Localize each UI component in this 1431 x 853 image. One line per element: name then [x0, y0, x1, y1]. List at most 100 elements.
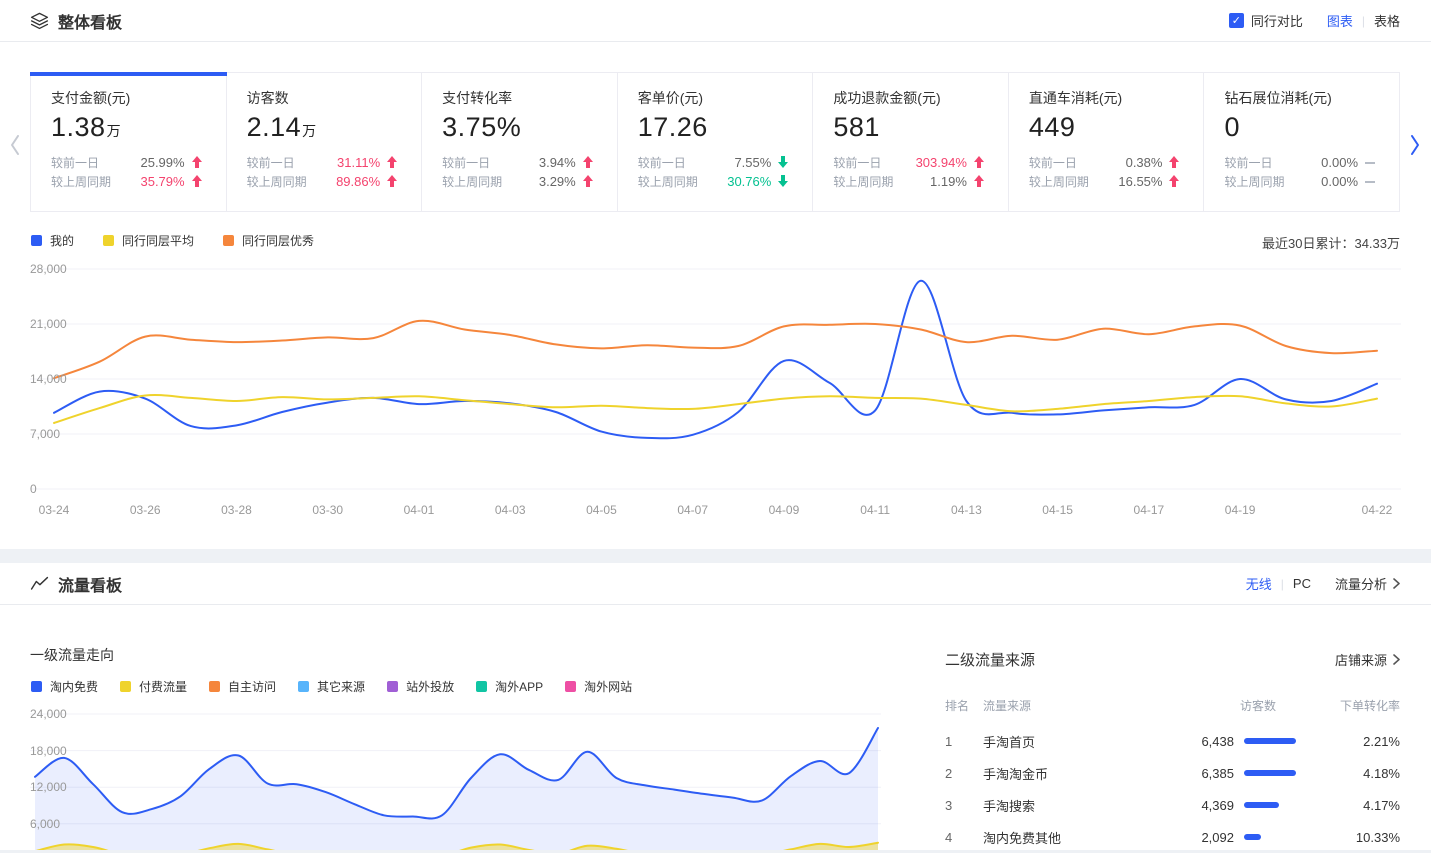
metric-value: 0: [1224, 112, 1381, 143]
metric-title: 客单价(元): [638, 88, 795, 108]
metric-title: 直通车消耗(元): [1029, 88, 1186, 108]
trend-arrow-icon: [1169, 175, 1179, 188]
metric-title: 访客数: [247, 88, 404, 108]
tab-pc[interactable]: PC: [1293, 576, 1311, 591]
metric-card-refund-amount[interactable]: 成功退款金额(元) 581 较前一日303.94% 较上周同期1.19%: [813, 73, 1009, 211]
metric-value: 17.26: [638, 112, 795, 143]
peer-compare-checkbox[interactable]: ✓: [1229, 13, 1244, 28]
trend-arrow-icon: [583, 175, 593, 188]
carousel-prev-icon[interactable]: [7, 131, 23, 159]
table-row[interactable]: 2 手淘淘金币 6,385 4.18%: [945, 757, 1400, 789]
legend-item-taowai-web[interactable]: 淘外网站: [565, 678, 632, 695]
trend-arrow-icon: [778, 175, 788, 188]
legend-item-taonei-free[interactable]: 淘内免费: [31, 678, 98, 695]
view-toggle-chart[interactable]: 图表: [1327, 11, 1353, 30]
metric-delta-row: 较上周同期35.79%: [51, 172, 202, 191]
trend-chart-legend: 淘内免费 付费流量 自主访问 其它来源 站外投放 淘外APP 淘外网站: [31, 678, 654, 695]
metric-title: 钻石展位消耗(元): [1224, 88, 1381, 108]
legend-item-direct-visit[interactable]: 自主访问: [209, 678, 276, 695]
legend-swatch: [120, 681, 131, 692]
traffic-header: 流量看板 无线 | PC 流量分析: [0, 563, 1431, 605]
main-chart-x-axis: 03-2403-2603-2803-3004-0104-0304-0504-07…: [30, 503, 1401, 521]
visitors-bar: [1244, 834, 1261, 840]
metric-delta-row: 较前一日303.94%: [833, 153, 984, 172]
overall-header: 整体看板 ✓ 同行对比 图表 | 表格: [0, 0, 1431, 42]
metric-value: 1.38万: [51, 112, 208, 143]
legend-swatch: [209, 681, 220, 692]
trend-arrow-icon: [1169, 156, 1179, 169]
metric-cards-strip: 支付金额(元) 1.38万 较前一日25.99% 较上周同期35.79% 访客数…: [30, 72, 1400, 212]
trend-arrow-icon: [192, 175, 202, 188]
legend-swatch: [31, 235, 42, 246]
legend-item-paid-traffic[interactable]: 付费流量: [120, 678, 187, 695]
metric-delta-row: 较前一日7.55%: [638, 153, 789, 172]
visitors-bar: [1244, 802, 1279, 808]
legend-item-peer-excellent[interactable]: 同行同层优秀: [223, 232, 314, 249]
sources-table-header: 排名 流量来源 访客数 下单转化率: [945, 697, 1400, 714]
legend-swatch: [387, 681, 398, 692]
trend-arrow-icon: [583, 156, 593, 169]
shop-sources-link[interactable]: 店铺来源: [1335, 650, 1400, 669]
traffic-analysis-link[interactable]: 流量分析: [1335, 574, 1400, 593]
metric-value: 581: [833, 112, 990, 143]
view-toggle-table[interactable]: 表格: [1374, 11, 1400, 30]
peer-compare-label[interactable]: 同行对比: [1251, 11, 1303, 30]
trend-arrow-icon: [1365, 175, 1375, 188]
traffic-dashboard-panel: 流量看板 无线 | PC 流量分析 一级流量走向 淘内免费 付费流量 自主访问 …: [0, 563, 1431, 850]
main-chart-legend: 我的 同行同层平均 同行同层优秀: [31, 232, 343, 249]
metric-card-conversion-rate[interactable]: 支付转化率 3.75% 较前一日3.94% 较上周同期3.29%: [422, 73, 618, 211]
trend-arrow-icon: [974, 175, 984, 188]
tab-wireless[interactable]: 无线: [1246, 574, 1272, 593]
legend-item-mine[interactable]: 我的: [31, 232, 74, 249]
metric-title: 支付金额(元): [51, 88, 208, 108]
metric-card-visitors[interactable]: 访客数 2.14万 较前一日31.11% 较上周同期89.86%: [227, 73, 423, 211]
trend-arrow-icon: [192, 156, 202, 169]
metric-card-ztc-spend[interactable]: 直通车消耗(元) 449 较前一日0.38% 较上周同期16.55%: [1009, 73, 1205, 211]
legend-item-peer-average[interactable]: 同行同层平均: [103, 232, 194, 249]
metric-card-diamond-spend[interactable]: 钻石展位消耗(元) 0 较前一日0.00% 较上周同期0.00%: [1204, 73, 1399, 211]
divider: |: [1362, 14, 1365, 28]
legend-item-taowai-app[interactable]: 淘外APP: [476, 678, 543, 695]
carousel-next-icon[interactable]: [1407, 131, 1423, 159]
overall-trend-chart: [30, 258, 1401, 508]
legend-item-offsite-ads[interactable]: 站外投放: [387, 678, 454, 695]
trend-arrow-icon: [387, 156, 397, 169]
divider: |: [1281, 577, 1284, 591]
metric-delta-row: 较上周同期3.29%: [442, 172, 593, 191]
metric-card-avg-order-value[interactable]: 客单价(元) 17.26 较前一日7.55% 较上周同期30.76%: [618, 73, 814, 211]
traffic-title: 流量看板: [58, 572, 122, 596]
legend-swatch: [31, 681, 42, 692]
trend-arrow-icon: [1365, 156, 1375, 169]
trend-arrow-icon: [974, 156, 984, 169]
chevron-right-icon: [1393, 578, 1400, 589]
metric-delta-row: 较前一日3.94%: [442, 153, 593, 172]
metric-delta-row: 较前一日25.99%: [51, 153, 202, 172]
metric-title: 成功退款金额(元): [833, 88, 990, 108]
trend-arrow-icon: [387, 175, 397, 188]
metric-title: 支付转化率: [442, 88, 599, 108]
line-chart-icon: [30, 574, 49, 593]
metric-value: 3.75%: [442, 112, 599, 143]
metric-delta-row: 较前一日0.38%: [1029, 153, 1180, 172]
legend-swatch: [223, 235, 234, 246]
traffic-trend-chart: [30, 700, 881, 850]
page-title: 整体看板: [58, 9, 122, 33]
metric-delta-row: 较上周同期30.76%: [638, 172, 789, 191]
metric-value: 2.14万: [247, 112, 404, 143]
table-row[interactable]: 4 淘内免费其他 2,092 10.33%: [945, 821, 1400, 853]
table-row[interactable]: 3 手淘搜索 4,369 4.17%: [945, 789, 1400, 821]
legend-item-other-sources[interactable]: 其它来源: [298, 678, 365, 695]
summary-30day-total: 最近30日累计：34.33万: [1262, 233, 1400, 252]
legend-swatch: [565, 681, 576, 692]
table-row[interactable]: 1 手淘首页 6,438 2.21%: [945, 725, 1400, 757]
metric-value: 449: [1029, 112, 1186, 143]
visitors-bar: [1244, 770, 1296, 776]
metric-card-payment-amount[interactable]: 支付金额(元) 1.38万 较前一日25.99% 较上周同期35.79%: [31, 73, 227, 211]
trend-section-title: 一级流量走向: [30, 645, 114, 665]
trend-arrow-icon: [778, 156, 788, 169]
check-icon: ✓: [1232, 14, 1241, 27]
active-tab-indicator: [30, 72, 227, 76]
sources-title: 二级流量来源: [945, 649, 1035, 670]
metric-delta-row: 较前一日0.00%: [1224, 153, 1375, 172]
visitors-bar: [1244, 738, 1296, 744]
